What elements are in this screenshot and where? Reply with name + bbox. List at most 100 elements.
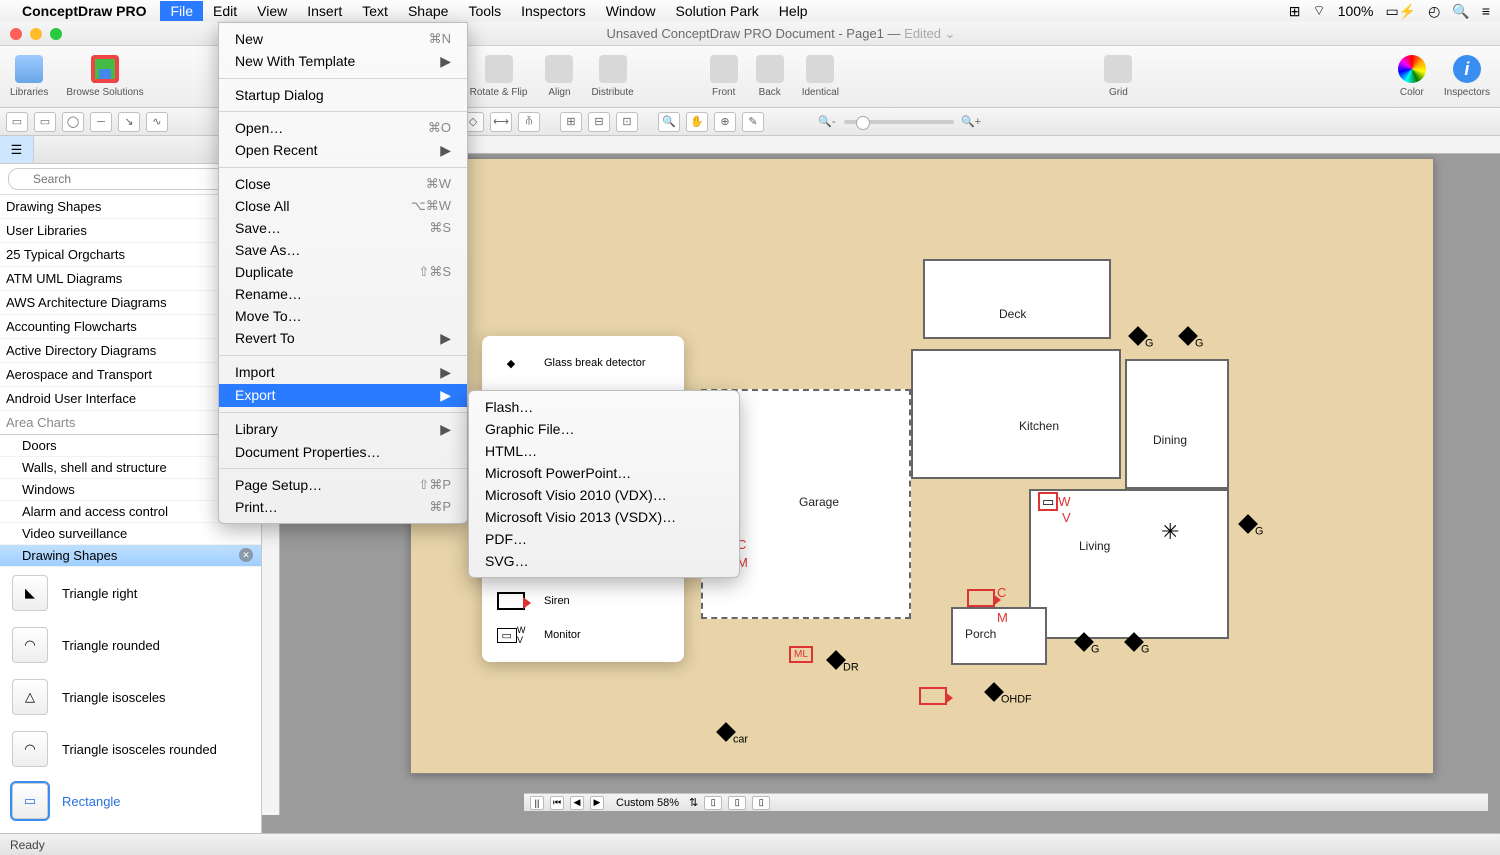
zoom-window-button[interactable] [50,28,62,40]
browse-solutions-button[interactable]: Browse Solutions [66,55,143,98]
export-submenu-item[interactable]: SVG… [469,550,739,572]
menu-window[interactable]: Window [596,1,666,21]
battery-icon[interactable]: ▭⚡ [1386,3,1417,20]
stencil-row[interactable]: ▭WVMonitor [482,618,684,652]
wifi-icon[interactable]: ⌔ [1313,2,1326,20]
file-menu-item[interactable]: Startup Dialog [219,84,467,106]
file-menu-item[interactable]: Print…⌘P [219,496,467,518]
menu-help[interactable]: Help [769,1,818,21]
file-menu-item[interactable]: Document Properties… [219,441,467,463]
stencil-row[interactable]: Siren [482,584,684,618]
sublibrary-item[interactable]: Video surveillance [0,523,261,545]
file-menu-item[interactable]: Revert To▶ [219,327,467,350]
file-menu-item[interactable]: Export▶ [219,384,467,407]
first-page-button[interactable]: ⏮ [550,796,564,810]
control-center-icon[interactable]: ⊞ [1289,3,1301,20]
menu-extras-icon[interactable]: ≡ [1482,3,1490,19]
title-dropdown-icon[interactable]: ⌄ [945,26,956,41]
glass-break-icon: G [1127,635,1149,656]
tree-tool[interactable]: ⫚ [518,112,540,132]
connector-tool[interactable]: ↘ [118,112,140,132]
dim-tool[interactable]: ⟷ [490,112,512,132]
file-menu-item[interactable]: Close⌘W [219,173,467,195]
export-submenu-item[interactable]: Microsoft Visio 2010 (VDX)… [469,484,739,506]
stencil-row[interactable]: ◆Glass break detector [482,346,684,380]
spotlight-icon[interactable]: 🔍 [1452,3,1469,20]
libraries-button[interactable]: Libraries [10,55,48,98]
export-submenu-item[interactable]: HTML… [469,440,739,462]
grid-button[interactable]: Grid [1104,55,1132,98]
zoom-stepper-icon[interactable]: ⇅ [689,796,698,809]
file-menu-item[interactable]: Page Setup…⇧⌘P [219,474,467,496]
export-submenu-item[interactable]: Microsoft Visio 2013 (VSDX)… [469,506,739,528]
sublibrary-item-selected[interactable]: Drawing Shapes [0,545,261,567]
menu-file[interactable]: File [160,1,203,21]
line-tool[interactable]: ─ [90,112,112,132]
shape-item[interactable]: △Triangle isosceles [0,671,261,723]
back-button[interactable]: Back [756,55,784,98]
menu-shape[interactable]: Shape [398,1,458,21]
export-submenu-item[interactable]: Microsoft PowerPoint… [469,462,739,484]
pan-tool[interactable]: ✋ [686,112,708,132]
close-window-button[interactable] [10,28,22,40]
rect-tool[interactable]: ▭ [34,112,56,132]
file-menu-item[interactable]: Open Recent▶ [219,139,467,162]
next-page-button[interactable]: ▶ [590,796,604,810]
zoom-out-button[interactable]: 🔍- [816,112,838,132]
menu-solution-park[interactable]: Solution Park [666,1,769,21]
battery-percent: 100% [1338,3,1374,19]
snap-tool-3[interactable]: ⊡ [616,112,638,132]
export-submenu-item[interactable]: PDF… [469,528,739,550]
page-tab-1[interactable]: ▯ [704,796,722,810]
export-submenu-item[interactable]: Graphic File… [469,418,739,440]
file-menu-item[interactable]: Library▶ [219,418,467,441]
minimize-window-button[interactable] [30,28,42,40]
color-button[interactable]: Color [1398,55,1426,98]
file-menu-item[interactable]: New⌘N [219,28,467,50]
file-menu-item[interactable]: New With Template▶ [219,50,467,73]
snap-tool-1[interactable]: ⊞ [560,112,582,132]
curve-tool[interactable]: ∿ [146,112,168,132]
file-menu-item[interactable]: Rename… [219,283,467,305]
inspectors-button[interactable]: iInspectors [1444,55,1490,98]
file-menu-item[interactable]: Save As… [219,239,467,261]
menu-edit[interactable]: Edit [203,1,247,21]
zoom-in-button[interactable]: 🔍+ [960,112,982,132]
align-button[interactable]: Align [545,55,573,98]
shape-item[interactable]: ◠Triangle isosceles rounded [0,723,261,775]
shape-item-selected[interactable]: ▭Rectangle [0,775,261,827]
page-tab-3[interactable]: ▯ [752,796,770,810]
file-menu-item[interactable]: Close All⌥⌘W [219,195,467,217]
eyedropper-tool[interactable]: ✎ [742,112,764,132]
rotate-flip-button[interactable]: Rotate & Flip [470,55,528,98]
file-menu-item[interactable]: Import▶ [219,361,467,384]
menu-insert[interactable]: Insert [297,1,352,21]
shape-item[interactable]: ◠Triangle rounded [0,619,261,671]
shape-item[interactable]: ◣Triangle right [0,567,261,619]
camera-icon: CM [967,589,1008,625]
ellipse-tool[interactable]: ◯ [62,112,84,132]
file-menu-item[interactable]: Duplicate⇧⌘S [219,261,467,283]
zoom-slider[interactable] [844,120,954,124]
identical-button[interactable]: Identical [802,55,839,98]
file-menu-item[interactable]: Open…⌘O [219,117,467,139]
pointer-tool[interactable]: ▭ [6,112,28,132]
zoom-tool[interactable]: 🔍 [658,112,680,132]
distribute-button[interactable]: Distribute [591,55,633,98]
libraries-tab[interactable]: ☰ [0,136,34,163]
menu-inspectors[interactable]: Inspectors [511,1,596,21]
pick-tool[interactable]: ⊕ [714,112,736,132]
pause-scroll-button[interactable]: || [530,796,544,810]
prev-page-button[interactable]: ◀ [570,796,584,810]
menu-text[interactable]: Text [352,1,398,21]
library-search-input[interactable] [8,168,253,190]
clock-icon[interactable]: ◴ [1428,3,1440,20]
front-button[interactable]: Front [710,55,738,98]
page-tab-2[interactable]: ▯ [728,796,746,810]
export-submenu-item[interactable]: Flash… [469,396,739,418]
snap-tool-2[interactable]: ⊟ [588,112,610,132]
menu-view[interactable]: View [247,1,297,21]
file-menu-item[interactable]: Save…⌘S [219,217,467,239]
file-menu-item[interactable]: Move To… [219,305,467,327]
menu-tools[interactable]: Tools [458,1,511,21]
